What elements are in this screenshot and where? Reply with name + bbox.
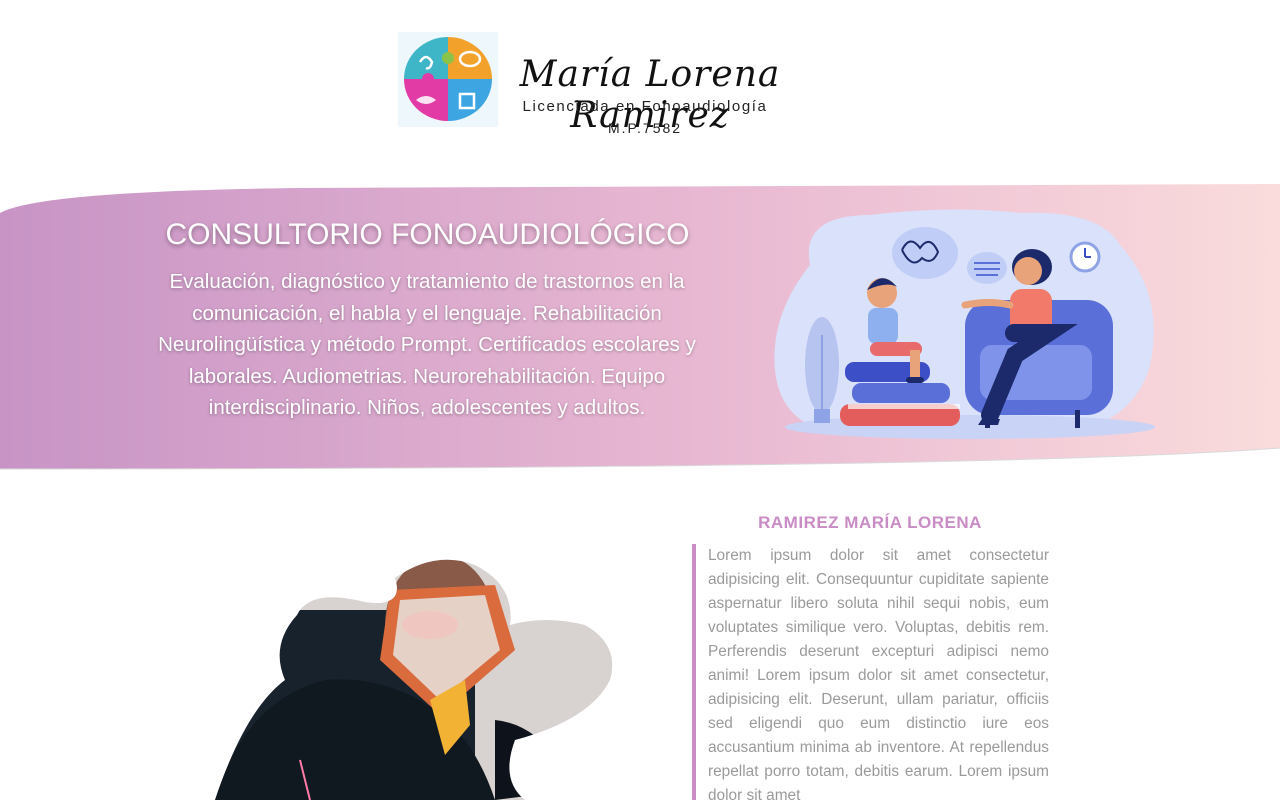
speech-therapy-illustration [774, 209, 1155, 439]
about-title: RAMIREZ MARÍA LORENA [758, 513, 982, 532]
hero-description: Evaluación, diagnóstico y tratamiento de… [158, 270, 696, 419]
hero-title: CONSULTORIO FONOAUDIOLÓGICO [165, 218, 690, 251]
therapist-photo [215, 559, 613, 800]
site-header: María Lorena Ramirez Licenciada en Fonoa… [0, 0, 1280, 180]
about-accent-bar [692, 544, 696, 800]
about-description: Lorem ipsum dolor sit amet consectetur a… [708, 547, 1049, 804]
license-number: M.P.7582 [607, 120, 683, 136]
brand-subtitle: Licenciada en Fonoaudiología [522, 98, 768, 115]
